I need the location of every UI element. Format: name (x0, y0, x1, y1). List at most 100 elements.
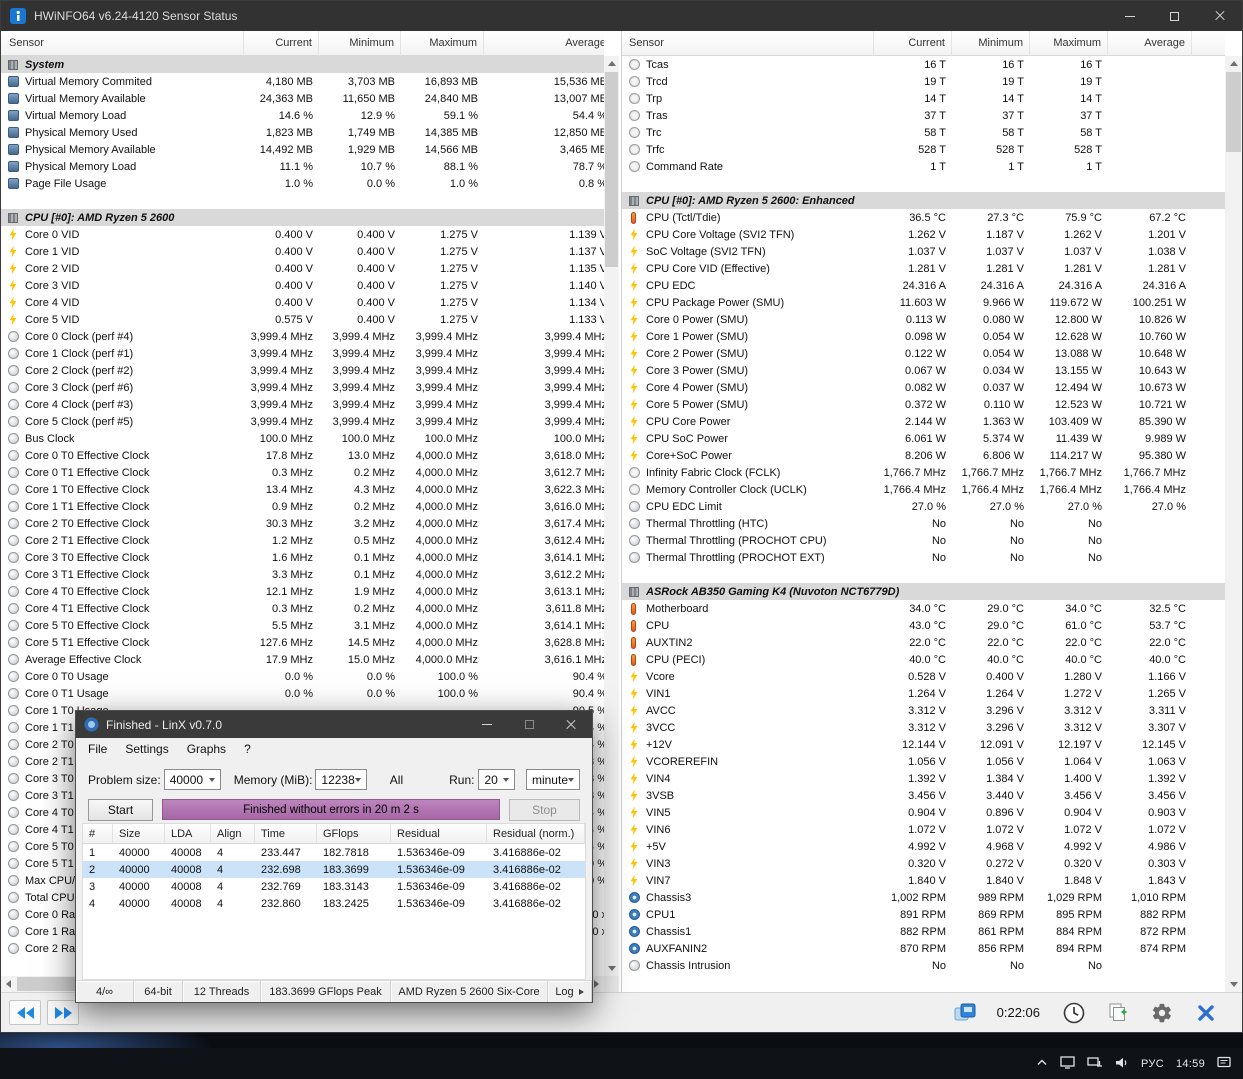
scroll-left-icon[interactable] (1, 976, 16, 992)
sensor-row[interactable]: Core 0 T1 Usage 0.0 % 0.0 % 100.0 % 90.4 % (1, 685, 604, 702)
menu-graphs[interactable]: Graphs (178, 738, 235, 760)
tray-monitor-icon[interactable] (1060, 1055, 1075, 1072)
memory-select[interactable]: 12238 (315, 769, 367, 790)
sensor-row[interactable]: Core 2 T1 Effective Clock 1.2 MHz 0.5 MHz 4… (1, 532, 604, 549)
sensor-row[interactable]: CPU SoC Power 6.061 W 5.374 W 11.439 W 9.989… (622, 430, 1225, 447)
linx-result-row[interactable]: 3 40000 40008 4 232.769 183.3143 1.536346e-09 3… (83, 878, 585, 895)
sensor-row[interactable]: CPU 43.0 °C 29.0 °C 61.0 °C 53.7 °C (622, 617, 1225, 634)
maximize-button[interactable] (1152, 1, 1197, 31)
sensor-row[interactable]: VIN7 1.840 V 1.840 V 1.848 V 1.843 V (622, 872, 1225, 889)
scrollbar-thumb[interactable] (1226, 72, 1241, 152)
taskbar-clock[interactable]: 14:59 (1176, 1058, 1205, 1070)
sensor-row[interactable]: CPU Package Power (SMU) 11.603 W 9.966 W 11… (622, 294, 1225, 311)
sensor-row[interactable]: Core 1 Clock (perf #1) 3,999.4 MHz 3,999.4… (1, 345, 604, 362)
sensor-row[interactable]: Core 4 Clock (perf #3) 3,999.4 MHz 3,999.4… (1, 396, 604, 413)
sensor-row[interactable]: Core 4 T1 Effective Clock 0.3 MHz 0.2 MHz 4… (1, 600, 604, 617)
sensor-row[interactable]: Core 2 Power (SMU) 0.122 W 0.054 W 13.088 W… (622, 345, 1225, 362)
sensor-row[interactable]: Thermal Throttling (PROCHOT EXT) No No No (622, 549, 1225, 566)
results-column-header[interactable]: Size (113, 824, 165, 844)
sensor-row[interactable]: Core 2 VID 0.400 V 0.400 V 1.275 V 1.135 V (1, 260, 604, 277)
sensor-row[interactable]: Average Effective Clock 17.9 MHz 15.0 MHz 4… (1, 651, 604, 668)
results-column-header[interactable]: Residual (391, 824, 487, 844)
nav-back-button[interactable] (9, 1000, 41, 1025)
sensor-row[interactable]: Core 3 Clock (perf #6) 3,999.4 MHz 3,999.4… (1, 379, 604, 396)
sensor-row[interactable]: Core 4 VID 0.400 V 0.400 V 1.275 V 1.134 V (1, 294, 604, 311)
sensor-row[interactable]: AVCC 3.312 V 3.296 V 3.312 V 3.311 V (622, 702, 1225, 719)
run-count-select[interactable]: 20 (478, 769, 515, 790)
sensors-button[interactable] (945, 997, 985, 1029)
sensor-row[interactable]: Core 4 T0 Effective Clock 12.1 MHz 1.9 MHz… (1, 583, 604, 600)
sensor-row[interactable]: VIN4 1.392 V 1.384 V 1.400 V 1.392 V (622, 770, 1225, 787)
copy-report-button[interactable] (1098, 997, 1138, 1029)
results-column-header[interactable]: Align (211, 824, 255, 844)
sensor-row[interactable]: Infinity Fabric Clock (FCLK) 1,766.7 MHz 1… (622, 464, 1225, 481)
column-maximum[interactable]: Maximum (401, 31, 484, 56)
sensor-row[interactable]: Virtual Memory Load 14.6 % 12.9 % 59.1 % 54.… (1, 107, 604, 124)
sensor-row[interactable]: Core 5 Clock (perf #5) 3,999.4 MHz 3,999.4… (1, 413, 604, 430)
sensor-row[interactable]: CPU EDC Limit 27.0 % 27.0 % 27.0 % 27.0 % (622, 498, 1225, 515)
sensor-row[interactable]: Core 2 T0 Effective Clock 30.3 MHz 3.2 MHz… (1, 515, 604, 532)
sensor-row[interactable]: CPU Core Voltage (SVI2 TFN) 1.262 V 1.187 … (622, 226, 1225, 243)
sensor-row[interactable]: Thermal Throttling (HTC) No No No (622, 515, 1225, 532)
sensor-row[interactable]: CPU1 891 RPM 869 RPM 895 RPM 882 RPM (622, 906, 1225, 923)
sensor-row[interactable]: Core 0 Clock (perf #4) 3,999.4 MHz 3,999.4… (1, 328, 604, 345)
settings-button[interactable] (1142, 997, 1182, 1029)
all-label[interactable]: All (390, 773, 403, 787)
sensor-row[interactable]: Chassis1 882 RPM 861 RPM 884 RPM 872 RPM (622, 923, 1225, 940)
linx-result-row[interactable]: 1 40000 40008 4 233.447 182.7818 1.536346e-09 3… (83, 844, 585, 861)
column-sensor[interactable]: Sensor (1, 31, 244, 56)
sensor-row[interactable]: Core 0 Power (SMU) 0.113 W 0.080 W 12.800 W… (622, 311, 1225, 328)
sensor-row[interactable]: Core 5 T1 Effective Clock 127.6 MHz 14.5 M… (1, 634, 604, 651)
log-button[interactable]: Log (548, 981, 592, 1002)
sensor-row[interactable]: VIN1 1.264 V 1.264 V 1.272 V 1.265 V (622, 685, 1225, 702)
sensor-row[interactable]: 3VCC 3.312 V 3.296 V 3.312 V 3.307 V (622, 719, 1225, 736)
sensor-row[interactable]: Trp 14 T 14 T 14 T (622, 90, 1225, 107)
sensor-row[interactable]: CPU Core VID (Effective) 1.281 V 1.281 V 1.… (622, 260, 1225, 277)
results-column-header[interactable]: Residual (norm.) (487, 824, 585, 844)
nav-forward-button[interactable] (47, 1000, 79, 1025)
sensor-row[interactable]: Chassis3 1,002 RPM 989 RPM 1,029 RPM 1,010 R… (622, 889, 1225, 906)
sensor-row[interactable]: Core 0 T0 Usage 0.0 % 0.0 % 100.0 % 90.4 % (1, 668, 604, 685)
sensor-row[interactable]: Physical Memory Available 14,492 MB 1,929 … (1, 141, 604, 158)
minimize-button[interactable] (1107, 1, 1152, 31)
sensor-row[interactable]: AUXTIN2 22.0 °C 22.0 °C 22.0 °C 22.0 °C (622, 634, 1225, 651)
sensor-row[interactable]: Core 0 T1 Effective Clock 0.3 MHz 0.2 MHz 4… (1, 464, 604, 481)
sensor-row[interactable]: 3VSB 3.456 V 3.440 V 3.456 V 3.456 V (622, 787, 1225, 804)
scroll-up-icon[interactable] (604, 56, 619, 71)
column-average[interactable]: Average (1108, 31, 1192, 56)
scroll-up-icon[interactable] (1225, 56, 1242, 71)
sensor-row[interactable]: Core 3 T0 Effective Clock 1.6 MHz 0.1 MHz 4… (1, 549, 604, 566)
results-column-header[interactable]: Time (255, 824, 317, 844)
tray-volume-icon[interactable] (1114, 1056, 1129, 1072)
sensor-row[interactable]: Core 1 Power (SMU) 0.098 W 0.054 W 12.628 W… (622, 328, 1225, 345)
minimize-button[interactable] (466, 711, 508, 738)
sensor-row[interactable]: Core 2 Clock (perf #2) 3,999.4 MHz 3,999.4… (1, 362, 604, 379)
sensor-row[interactable]: VIN3 0.320 V 0.272 V 0.320 V 0.303 V (622, 855, 1225, 872)
sensor-row[interactable]: Physical Memory Load 11.1 % 10.7 % 88.1 % 78… (1, 158, 604, 175)
sensor-row[interactable]: CPU EDC 24.316 A 24.316 A 24.316 A 24.316 A (622, 277, 1225, 294)
sensor-row[interactable]: CPU (PECI) 40.0 °C 40.0 °C 40.0 °C 40.0 °C (622, 651, 1225, 668)
results-column-header[interactable]: GFlops (317, 824, 391, 844)
sensor-section-row[interactable]: CPU [#0]: AMD Ryzen 5 2600: Enhanced (622, 192, 1225, 209)
sensor-row[interactable]: Core+SoC Power 8.206 W 6.806 W 114.217 W 95.… (622, 447, 1225, 464)
sensor-row[interactable]: Bus Clock 100.0 MHz 100.0 MHz 100.0 MHz 100.… (1, 430, 604, 447)
results-column-header[interactable]: LDA (165, 824, 211, 844)
scroll-down-icon[interactable] (604, 961, 619, 976)
sensor-row[interactable]: Virtual Memory Commited 4,180 MB 3,703 MB 1… (1, 73, 604, 90)
problem-size-select[interactable]: 40000 (163, 769, 221, 790)
sensor-row[interactable]: Core 5 Power (SMU) 0.372 W 0.110 W 12.523 W… (622, 396, 1225, 413)
sensor-row[interactable]: Tcas 16 T 16 T 16 T (622, 56, 1225, 73)
sensor-row[interactable]: Physical Memory Used 1,823 MB 1,749 MB 14,3… (1, 124, 604, 141)
sensor-row[interactable]: Tras 37 T 37 T 37 T (622, 107, 1225, 124)
sensor-row[interactable]: AUXFANIN2 870 RPM 856 RPM 894 RPM 874 RPM (622, 940, 1225, 957)
sensor-row[interactable]: Core 5 VID 0.575 V 0.400 V 1.275 V 1.133 V (1, 311, 604, 328)
sensor-row[interactable]: CPU (Tctl/Tdie) 36.5 °C 27.3 °C 75.9 °C 67.2… (622, 209, 1225, 226)
sensor-row[interactable]: Core 3 T1 Effective Clock 3.3 MHz 0.1 MHz 4… (1, 566, 604, 583)
results-column-header[interactable]: # (83, 824, 113, 844)
start-button[interactable]: Start (88, 798, 153, 821)
tray-network-icon[interactable] (1087, 1056, 1103, 1072)
stop-button[interactable]: Stop (509, 798, 580, 821)
sensor-row[interactable]: Core 3 VID 0.400 V 0.400 V 1.275 V 1.140 V (1, 277, 604, 294)
menu-file[interactable]: File (79, 738, 116, 760)
sensor-row[interactable]: Memory Controller Clock (UCLK) 1,766.4 MH… (622, 481, 1225, 498)
